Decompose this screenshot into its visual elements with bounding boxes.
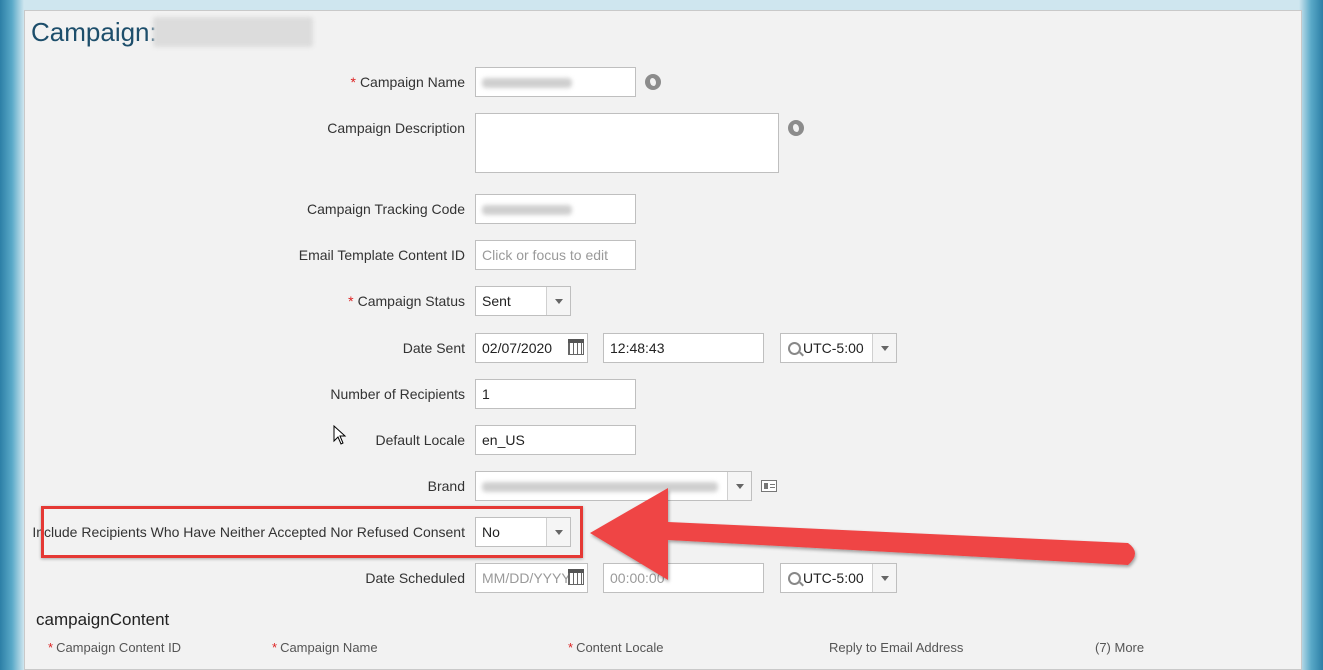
annotation-arrow xyxy=(590,488,1135,580)
mouse-cursor-icon xyxy=(333,425,347,445)
